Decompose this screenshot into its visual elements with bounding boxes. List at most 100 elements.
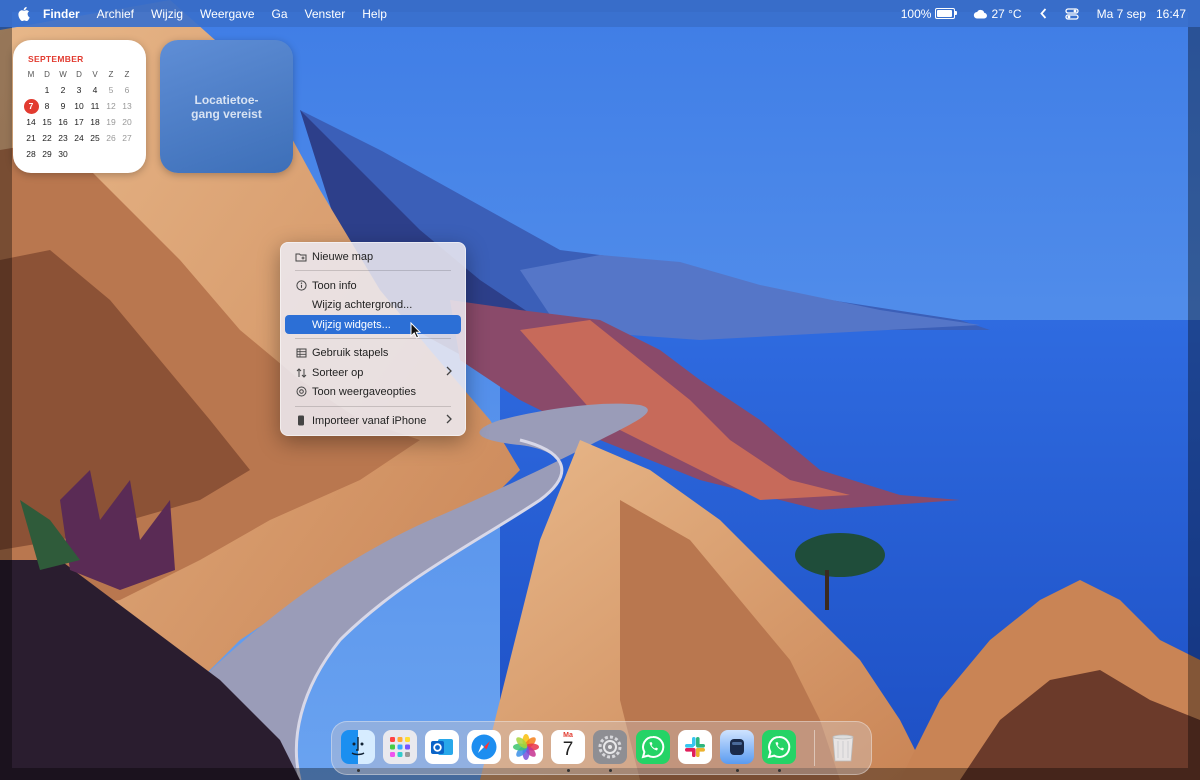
chevron-right-icon <box>446 366 452 379</box>
menu-help[interactable]: Help <box>362 7 387 21</box>
calendar-day: 19 <box>106 117 116 127</box>
chevron-right-icon <box>446 414 452 427</box>
dock: Ma 7 <box>331 721 872 775</box>
calendar-day: 18 <box>90 117 100 127</box>
menu-item-label: Wijzig widgets... <box>312 318 391 331</box>
calendar-day: 13 <box>122 101 132 111</box>
weather-status[interactable]: 27 °C <box>973 6 1022 21</box>
calendar-widget[interactable]: SEPTEMBER M D W D V Z Z 1 2 3 4 5 6 7 8 … <box>13 40 146 173</box>
folder-plus-icon <box>294 252 308 262</box>
menu-item-label: Toon info <box>312 279 357 292</box>
menu-item-toon-info[interactable]: Toon info <box>285 276 461 295</box>
menu-item-toon-weergaveopties[interactable]: Toon weergaveopties <box>285 382 461 401</box>
calendar-day: 27 <box>122 133 132 143</box>
clock-time: 16:47 <box>1155 6 1186 21</box>
dock-separator <box>814 730 815 766</box>
calendar-day: 30 <box>58 149 68 159</box>
dock-launchpad[interactable] <box>383 730 417 764</box>
calendar-day: 23 <box>58 133 68 143</box>
calendar-day: 29 <box>42 149 52 159</box>
dock-outlook[interactable] <box>425 730 459 764</box>
weather-temperature: 27 °C <box>991 6 1022 21</box>
calendar-day: 20 <box>122 117 132 127</box>
weekday-label: V <box>92 69 98 79</box>
menu-item-label: Importeer vanaf iPhone <box>312 414 427 427</box>
menu-app-finder[interactable]: Finder <box>43 7 80 21</box>
menu-item-importeer-iphone[interactable]: Importeer vanaf iPhone <box>285 411 461 430</box>
mouse-pointer-icon <box>410 322 422 339</box>
menu-venster[interactable]: Venster <box>305 7 346 21</box>
menu-weergave[interactable]: Weergave <box>200 7 254 21</box>
running-indicator <box>609 769 612 772</box>
dock-whatsapp-beta[interactable] <box>762 730 796 764</box>
calendar-day <box>87 146 103 162</box>
menu-item-label: Sorteer op <box>312 366 364 379</box>
menu-archief[interactable]: Archief <box>97 7 134 21</box>
dock-safari[interactable] <box>467 730 501 764</box>
battery-status[interactable]: 100% <box>900 6 958 21</box>
calendar-day: 24 <box>74 133 84 143</box>
menu-bar: Finder Archief Wijzig Weergave Ga Venste… <box>0 0 1200 27</box>
menu-separator <box>295 406 451 407</box>
menu-wijzig[interactable]: Wijzig <box>151 7 183 21</box>
slack-icon <box>685 737 705 757</box>
menu-separator <box>295 338 451 339</box>
trash-icon <box>832 734 854 762</box>
location-widget[interactable]: Locatietoe-gang vereist <box>160 40 293 173</box>
menu-item-label: Nieuwe map <box>312 250 374 263</box>
weekday-label: W <box>59 69 67 79</box>
calendar-day: 4 <box>92 85 98 95</box>
menu-ga[interactable]: Ga <box>272 7 288 21</box>
calendar-day <box>119 146 135 162</box>
calendar-day: 21 <box>26 133 36 143</box>
dock-photos[interactable] <box>509 730 543 764</box>
dock-calendar[interactable]: Ma 7 <box>551 730 585 764</box>
calendar-day <box>23 82 39 98</box>
menu-item-wijzig-achtergrond[interactable]: Wijzig achtergrond... <box>285 295 461 314</box>
running-indicator <box>778 769 781 772</box>
dock-storage[interactable] <box>720 730 754 764</box>
iphone-icon <box>294 415 308 426</box>
dock-whatsapp[interactable] <box>636 730 670 764</box>
safari-icon <box>471 734 497 760</box>
menu-item-sorteer-op[interactable]: Sorteer op <box>285 363 461 382</box>
control-center-icon[interactable] <box>1064 7 1079 20</box>
sort-arrows-icon <box>294 367 308 378</box>
calendar-day: 26 <box>106 133 116 143</box>
calendar-day: 28 <box>26 149 36 159</box>
info-circle-icon <box>294 280 308 291</box>
location-required-text: Locatietoe-gang vereist <box>191 92 262 121</box>
finder-icon <box>351 737 365 756</box>
menu-item-nieuwe-map[interactable]: Nieuwe map <box>285 247 461 266</box>
photos-icon <box>513 734 539 760</box>
menu-item-wijzig-widgets[interactable]: Wijzig widgets... <box>285 315 461 334</box>
apple-logo-icon[interactable] <box>15 6 31 22</box>
clock-date: Ma 7 sep <box>1096 6 1146 21</box>
battery-percent: 100% <box>900 6 932 21</box>
calendar-day: 25 <box>90 133 100 143</box>
storage-icon <box>730 739 744 755</box>
dock-slack[interactable] <box>678 730 712 764</box>
menu-item-label: Wijzig achtergrond... <box>312 298 413 311</box>
launchpad-icon <box>390 737 410 757</box>
desktop-context-menu: Nieuwe map Toon info Wijzig achtergrond.… <box>280 242 466 436</box>
calendar-day: 15 <box>42 117 52 127</box>
dock-system-settings[interactable] <box>593 730 627 764</box>
dock-finder[interactable] <box>341 730 375 764</box>
calendar-day: 14 <box>26 117 36 127</box>
calendar-day: 3 <box>76 85 82 95</box>
calendar-day: 22 <box>42 133 52 143</box>
running-indicator <box>567 769 570 772</box>
cloud-icon <box>974 9 988 19</box>
dock-trash[interactable] <box>826 730 860 764</box>
view-options-icon <box>294 386 308 397</box>
chevron-left-icon[interactable] <box>1039 8 1047 19</box>
menu-item-label: Gebruik stapels <box>312 346 389 359</box>
clock[interactable]: Ma 7 sep 16:47 <box>1097 7 1186 21</box>
calendar-day: 1 <box>44 85 50 95</box>
calendar-icon-day: 7 <box>562 739 574 760</box>
menu-item-gebruik-stapels[interactable]: Gebruik stapels <box>285 343 461 362</box>
menu-separator <box>295 270 451 271</box>
calendar-day: 17 <box>74 117 84 127</box>
running-indicator <box>736 769 739 772</box>
